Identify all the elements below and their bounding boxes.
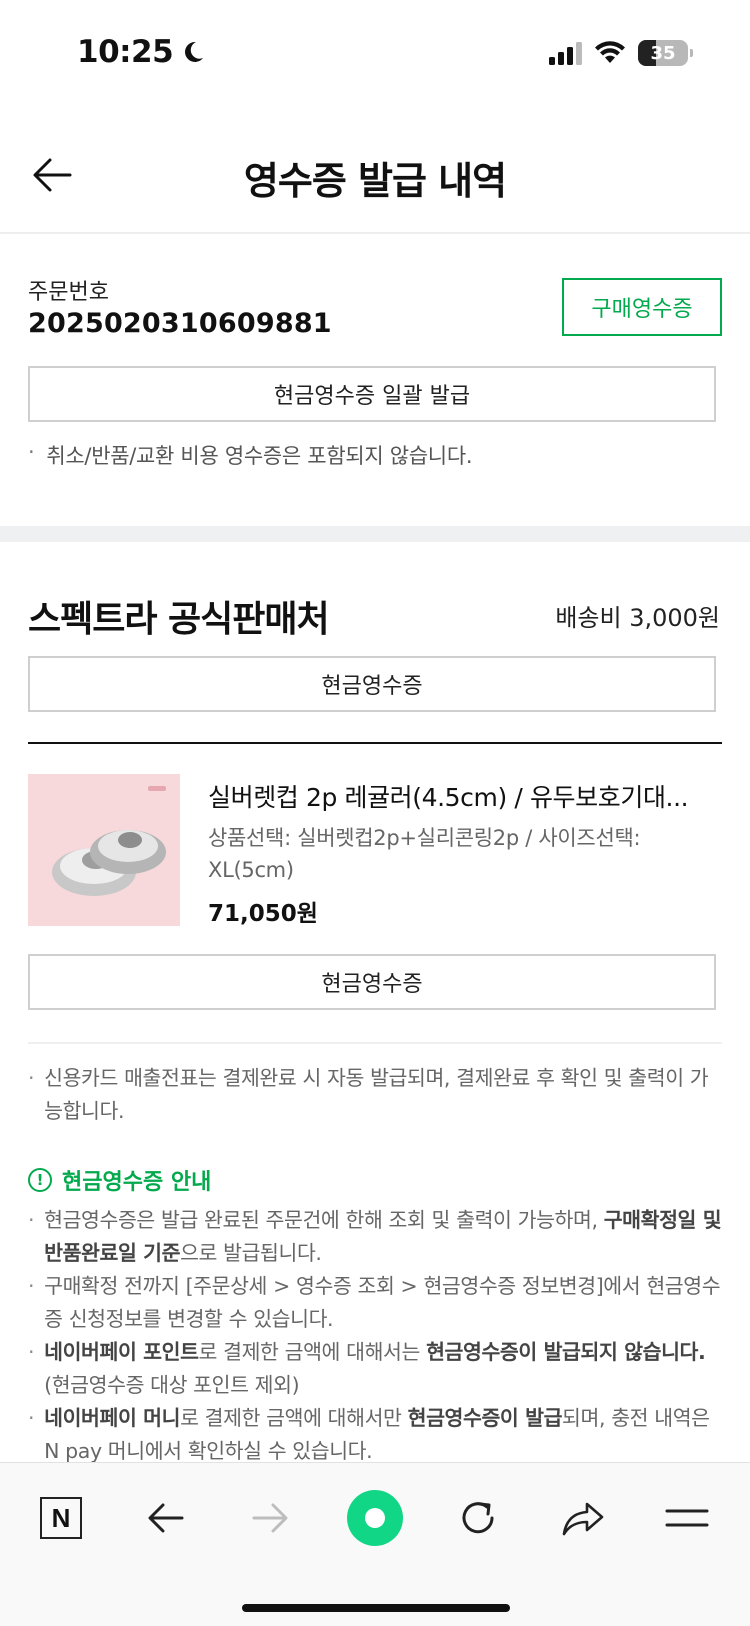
status-time: 10:25 — [77, 34, 205, 70]
product-option-line2: XL(5cm) — [208, 858, 294, 882]
menu-button[interactable] — [652, 1483, 722, 1553]
page-title: 영수증 발급 내역 — [243, 159, 507, 203]
product-option-line1: 상품선택: 실버렛컵2p+실리콘링2p / 사이즈선택: — [208, 826, 641, 850]
status-icons: 35 — [548, 40, 693, 66]
page-header: 영수증 발급 내역 — [0, 130, 750, 220]
cellular-signal-icon — [549, 42, 582, 65]
order-number: 2025020310609881 — [28, 308, 332, 339]
refresh-icon — [462, 1502, 494, 1534]
arrow-left-icon — [148, 1503, 184, 1533]
status-time-text: 10:25 — [77, 34, 174, 70]
browser-toolbar: N — [0, 1462, 750, 1626]
guide-title-text: 현금영수증 안내 — [62, 1170, 212, 1195]
card-slip-note-text: 신용카드 매출전표는 결제완료 시 자동 발급되며, 결제완료 후 확인 및 출… — [44, 1066, 709, 1123]
hamburger-menu-icon — [665, 1509, 709, 1527]
status-bar: 10:25 35 — [0, 0, 750, 110]
guide-item-1: · 현금영수증은 발급 완료된 주문건에 한해 조회 및 출력이 가능하며, 구… — [28, 1208, 722, 1265]
purchase-receipt-button[interactable]: 구매영수증 — [562, 278, 722, 336]
section-separator — [0, 526, 750, 542]
card-slip-note: · 신용카드 매출전표는 결제완료 시 자동 발급되며, 결제완료 후 확인 및… — [28, 1062, 722, 1128]
product-option: 상품선택: 실버렛컵2p+실리콘링2p / 사이즈선택: XL(5cm) — [208, 822, 708, 886]
guide-item-2: · 구매확정 전까지 [주문상세 > 영수증 조회 > 현금영수증 정보변경]에… — [28, 1274, 721, 1331]
info-icon: ! — [28, 1168, 52, 1192]
info-divider — [28, 1042, 722, 1044]
exclusion-note-text: 취소/반품/교환 비용 영수증은 포함되지 않습니다. — [46, 444, 473, 468]
product-image[interactable] — [28, 774, 180, 926]
cash-receipt-guide-title: ! 현금영수증 안내 — [28, 1164, 211, 1196]
guide-item-4: · 네이버페이 머니로 결제한 금액에 대해서만 현금영수증이 발급되며, 충전… — [28, 1406, 710, 1463]
product-cash-receipt-button[interactable]: 현금영수증 — [28, 954, 716, 1010]
seller-cash-receipt-button[interactable]: 현금영수증 — [28, 656, 716, 712]
wifi-icon — [595, 41, 625, 63]
battery-icon: 35 — [638, 40, 693, 66]
shipping-fee: 배송비 3,000원 — [555, 604, 720, 632]
browser-forward-button[interactable] — [235, 1483, 305, 1553]
guide-item-3: · 네이버페이 포인트로 결제한 금액에 대해서는 현금영수증이 발급되지 않습… — [28, 1340, 706, 1397]
refresh-button[interactable] — [443, 1483, 513, 1553]
home-indicator — [242, 1604, 510, 1612]
arrow-right-icon — [252, 1503, 288, 1533]
share-icon — [562, 1502, 604, 1536]
battery-level: 35 — [650, 42, 676, 64]
seller-section: 스펙트라 공식판매처 배송비 3,000원 현금영수증 실버렛컵 2p 레귤러(… — [0, 542, 750, 1542]
moon-icon — [185, 41, 204, 62]
product-name[interactable]: 실버렛컵 2p 레귤러(4.5cm) / 유두보호기대... — [208, 778, 718, 814]
naver-home-button[interactable]: N — [26, 1483, 96, 1553]
order-number-label: 주문번호 — [28, 280, 109, 305]
product-price: 71,050원 — [208, 901, 318, 927]
silver-cup-image — [52, 786, 166, 896]
naver-n-icon: N — [40, 1497, 82, 1539]
bulk-cash-receipt-button[interactable]: 현금영수증 일괄 발급 — [28, 366, 716, 422]
share-button[interactable] — [548, 1483, 618, 1553]
green-dot-button[interactable] — [340, 1483, 410, 1553]
seller-name: 스펙트라 공식판매처 — [28, 599, 330, 640]
order-section: 주문번호 2025020310609881 구매영수증 현금영수증 일괄 발급 … — [0, 234, 750, 526]
browser-back-button[interactable] — [131, 1483, 201, 1553]
exclusion-note: · 취소/반품/교환 비용 영수증은 포함되지 않습니다. — [28, 440, 473, 468]
seller-divider — [28, 742, 722, 744]
green-dot-icon — [347, 1490, 403, 1546]
